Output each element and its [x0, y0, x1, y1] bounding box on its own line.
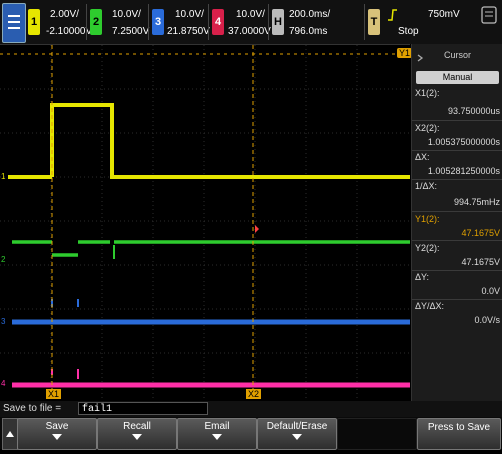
- x2-label: X2(2):: [415, 123, 440, 133]
- divider: [412, 270, 502, 271]
- channel-header-bar: 1 2.00V/ -2.10000V 2 10.0V/ 7.2500V 3 10…: [0, 0, 502, 44]
- y1-value: 47.1675V: [461, 228, 500, 238]
- acquisition-state: Stop: [398, 26, 419, 37]
- divider: [148, 4, 149, 40]
- x2-value: 1.005375000000s: [427, 137, 500, 147]
- divider: [412, 211, 502, 212]
- channel-4-tag[interactable]: 4: [212, 9, 224, 35]
- rising-edge-icon: [388, 8, 398, 22]
- recall-softkey[interactable]: Recall: [97, 418, 177, 450]
- down-arrow-icon: [52, 434, 62, 440]
- inverse-dx-label: 1/ΔX:: [415, 181, 438, 191]
- ch4-ground-marker[interactable]: 4: [1, 379, 5, 388]
- ch3-ground-marker[interactable]: 3: [1, 317, 5, 326]
- dy-dx-value: 0.0V/s: [474, 315, 500, 325]
- save-softkey[interactable]: Save: [17, 418, 97, 450]
- filename-field[interactable]: fail1: [78, 402, 208, 415]
- channel-2-tag[interactable]: 2: [90, 9, 102, 35]
- save-to-file-label: Save to file =: [3, 403, 62, 414]
- ch2-offset: 7.2500V: [112, 26, 150, 37]
- save-label: Save: [45, 421, 69, 432]
- down-arrow-icon: [132, 434, 142, 440]
- press-to-save-softkey[interactable]: Press to Save: [417, 418, 501, 450]
- cursor-mode-button[interactable]: Manual: [416, 71, 499, 84]
- channel-3-tag[interactable]: 3: [152, 9, 164, 35]
- cursor-panel-title: Cursor: [443, 50, 471, 60]
- y1-cursor-label[interactable]: Y1: [397, 48, 413, 58]
- divider: [268, 4, 269, 40]
- ch2-trace: [12, 240, 410, 257]
- divider: [412, 299, 502, 300]
- save-to-file-bar: Save to file = fail1: [0, 401, 502, 417]
- divider: [412, 179, 502, 180]
- divider: [86, 4, 87, 40]
- trigger-level: 750mV: [428, 9, 460, 20]
- down-arrow-icon: [212, 434, 222, 440]
- ch2-scale: 10.0V/: [112, 9, 141, 20]
- dy-label: ΔY:: [415, 272, 430, 282]
- ch1-scale: 2.00V/: [50, 9, 79, 20]
- email-softkey[interactable]: Email: [177, 418, 257, 450]
- dx-value: 1.005281250000s: [427, 166, 500, 176]
- x1-cursor-label[interactable]: X1: [46, 389, 62, 399]
- x1-label: X1(2):: [415, 88, 440, 98]
- ch2-ground-marker[interactable]: 2: [1, 255, 5, 264]
- channel-1-tag[interactable]: 1: [28, 9, 40, 35]
- horizontal-scale: 200.0ms/: [289, 9, 331, 20]
- horizontal-delay: 796.0ms: [289, 26, 328, 37]
- up-arrow-button[interactable]: [2, 418, 18, 450]
- down-arrow-icon: [292, 434, 302, 440]
- dx-label: ΔX:: [415, 152, 430, 162]
- dy-dx-label: ΔY/ΔX:: [415, 301, 445, 311]
- dy-value: 0.0V: [481, 286, 500, 296]
- y2-value: 47.1675V: [461, 257, 500, 267]
- y1-label: Y1(2):: [415, 214, 440, 224]
- recall-label: Recall: [123, 421, 151, 432]
- ch3-scale: 10.0V/: [175, 9, 204, 20]
- divider: [208, 4, 209, 40]
- divider: [364, 4, 365, 40]
- ch1-ground-marker[interactable]: 1: [1, 172, 5, 181]
- menu-icon: [8, 15, 20, 29]
- ch4-offset: 37.0000V: [228, 26, 271, 37]
- x2-cursor-label[interactable]: X2: [246, 389, 262, 399]
- blank-softkey[interactable]: [337, 418, 417, 450]
- inverse-dx-value: 994.75mHz: [453, 197, 500, 207]
- press-to-save-label: Press to Save: [427, 422, 491, 433]
- x1-value: 93.750000us: [447, 106, 500, 116]
- divider: [412, 150, 502, 151]
- tablet-icon[interactable]: [480, 6, 498, 24]
- main-menu-button[interactable]: [2, 3, 26, 43]
- divider: [412, 120, 502, 121]
- waveform-display[interactable]: Y1 X1 X2 1 2 3 4: [0, 44, 413, 402]
- waveform-svg: [0, 45, 410, 402]
- default-erase-softkey[interactable]: Default/Erase: [257, 418, 337, 450]
- trigger-tag[interactable]: T: [368, 9, 380, 35]
- divider: [412, 240, 502, 241]
- ch4-scale: 10.0V/: [236, 9, 265, 20]
- cursor-panel: Cursor Manual X1(2): 93.750000us X2(2): …: [411, 44, 502, 401]
- default-erase-label: Default/Erase: [266, 421, 328, 432]
- email-label: Email: [204, 421, 230, 432]
- ch1-trace: [8, 103, 410, 179]
- horizontal-tag[interactable]: H: [272, 9, 284, 35]
- y2-label: Y2(2):: [415, 243, 440, 253]
- softkey-bar: Save Recall Email Default/Erase Press to…: [0, 417, 502, 450]
- ch3-offset: 21.8750V: [167, 26, 210, 37]
